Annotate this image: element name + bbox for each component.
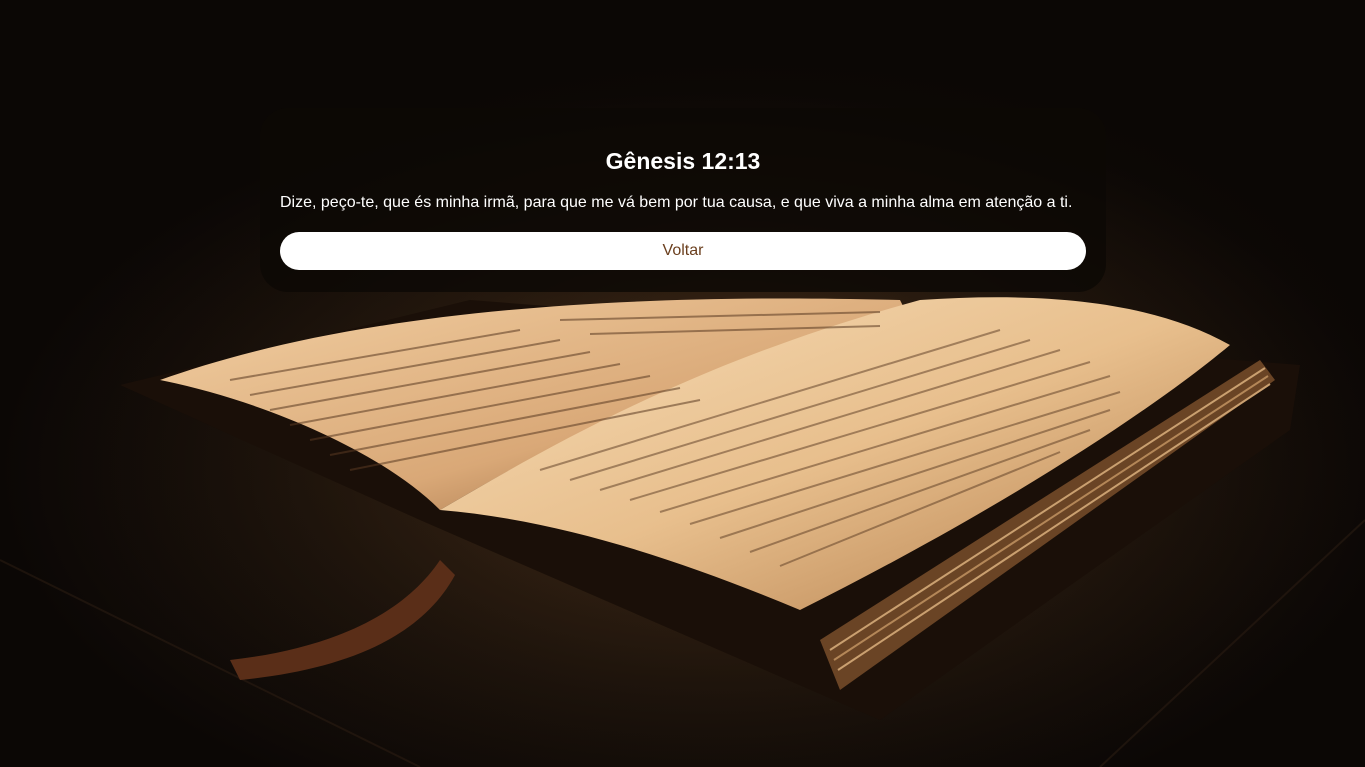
verse-reference: Gênesis 12:13 bbox=[605, 148, 761, 174]
verse-text: Dize, peço-te, que és minha irmã, para q… bbox=[280, 194, 1073, 211]
back-button[interactable]: Voltar bbox=[280, 232, 1086, 270]
verse-card: Gênesis 12:13 Dize, peço-te, que és minh… bbox=[260, 108, 1106, 292]
